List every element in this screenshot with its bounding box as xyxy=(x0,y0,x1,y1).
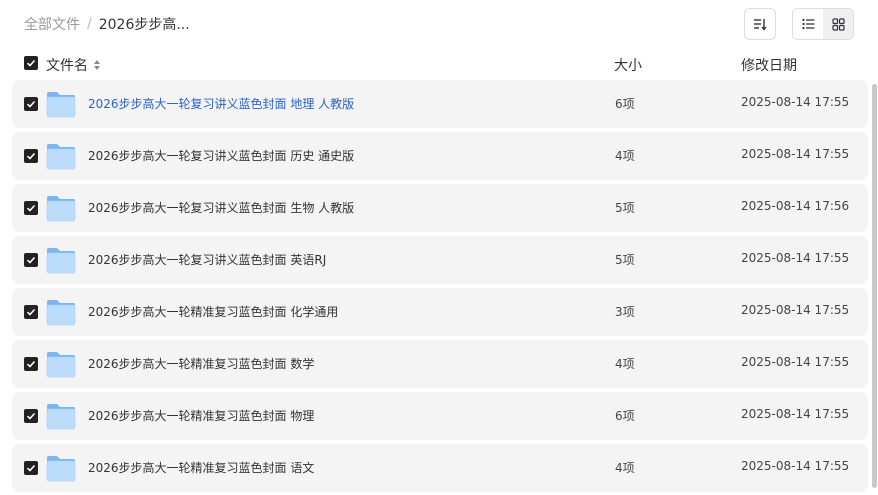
folder-icon xyxy=(46,141,76,175)
column-header-name[interactable]: 文件名 xyxy=(46,55,101,75)
file-name-link[interactable]: 2026步步高大一轮精准复习蓝色封面 物理 xyxy=(88,407,314,424)
file-name-link[interactable]: 2026步步高大一轮精准复习蓝色封面 化学通用 xyxy=(88,303,338,320)
modified-date: 2025-08-14 17:56 xyxy=(741,199,850,213)
checkmark-icon xyxy=(26,59,36,67)
sort-button[interactable] xyxy=(744,8,776,40)
row-checkbox[interactable] xyxy=(24,357,38,371)
breadcrumb-current: 2026步步高... xyxy=(98,17,190,33)
file-list: 2026步步高大一轮复习讲义蓝色封面 地理 人教版 6项 2025-08-14 17… xyxy=(12,80,868,495)
table-row[interactable]: 2026步步高大一轮复习讲义蓝色封面 地理 人教版 6项 2025-08-14 17… xyxy=(12,80,868,128)
modified-date: 2025-08-14 17:55 xyxy=(741,355,850,369)
breadcrumb-root-link[interactable]: 全部文件 xyxy=(24,14,80,34)
file-name-link[interactable]: 2026步步高大一轮复习讲义蓝色封面 历史 通史版 xyxy=(88,147,354,164)
table-row[interactable]: 2026步步高大一轮精准复习蓝色封面 数学 4项 2025-08-14 17:55 xyxy=(12,340,868,388)
table-row[interactable]: 2026步步高大一轮精准复习蓝色封面 化学通用 3项 2025-08-14 17:5… xyxy=(12,288,868,336)
row-checkbox[interactable] xyxy=(24,305,38,319)
sort-caret-icon xyxy=(94,60,100,70)
column-header-size[interactable]: 大小 xyxy=(614,55,642,75)
list-view-icon xyxy=(801,18,814,30)
row-checkbox[interactable] xyxy=(24,253,38,267)
file-name-link[interactable]: 2026步步高大一轮复习讲义蓝色封面 地理 人教版 xyxy=(88,95,354,112)
modified-date: 2025-08-14 17:55 xyxy=(741,147,850,161)
table-row[interactable]: 2026步步高大一轮复习讲义蓝色封面 历史 通史版 4项 2025-08-14 17… xyxy=(12,132,868,180)
file-size: 5项 xyxy=(615,201,635,215)
file-name-link[interactable]: 2026步步高大一轮精准复习蓝色封面 数学 xyxy=(88,355,314,372)
table-row[interactable]: 2026步步高大一轮复习讲义蓝色封面 生物 人教版 5项 2025-08-14 17… xyxy=(12,184,868,232)
file-name-link[interactable]: 2026步步高大一轮复习讲义蓝色封面 英语RJ xyxy=(88,251,326,268)
folder-icon xyxy=(46,89,76,123)
file-size: 5项 xyxy=(615,253,635,267)
checkmark-icon xyxy=(26,256,36,264)
modified-date: 2025-08-14 17:55 xyxy=(741,303,850,317)
top-bar: 全部文件 / 2026步步高... xyxy=(0,0,878,48)
column-header-modified[interactable]: 修改日期 xyxy=(741,55,797,75)
file-size: 6项 xyxy=(615,97,635,111)
checkmark-icon xyxy=(26,100,36,108)
row-checkbox[interactable] xyxy=(24,409,38,423)
folder-icon xyxy=(46,349,76,383)
grid-view-icon xyxy=(831,17,845,31)
checkmark-icon xyxy=(26,464,36,472)
folder-icon xyxy=(46,245,76,279)
scrollbar[interactable] xyxy=(872,84,877,488)
file-size: 6项 xyxy=(615,409,635,423)
checkmark-icon xyxy=(26,412,36,420)
row-checkbox[interactable] xyxy=(24,461,38,475)
sort-order-icon xyxy=(754,19,767,31)
modified-date: 2025-08-14 17:55 xyxy=(741,407,850,421)
checkmark-icon xyxy=(26,360,36,368)
view-toggle xyxy=(792,8,854,40)
row-checkbox[interactable] xyxy=(24,97,38,111)
file-name-link[interactable]: 2026步步高大一轮精准复习蓝色封面 语文 xyxy=(88,459,314,476)
row-checkbox[interactable] xyxy=(24,149,38,163)
row-checkbox[interactable] xyxy=(24,201,38,215)
folder-icon xyxy=(46,297,76,331)
checkmark-icon xyxy=(26,152,36,160)
file-size: 4项 xyxy=(615,149,635,163)
table-row[interactable]: 2026步步高大一轮复习讲义蓝色封面 英语RJ 5项 2025-08-14 17:5… xyxy=(12,236,868,284)
modified-date: 2025-08-14 17:55 xyxy=(741,459,850,473)
breadcrumb: 全部文件 / 2026步步高... xyxy=(24,14,190,34)
list-view-button[interactable] xyxy=(793,9,823,39)
select-all-checkbox[interactable] xyxy=(24,56,38,70)
folder-icon xyxy=(46,453,76,487)
table-row[interactable]: 2026步步高大一轮精准复习蓝色封面 语文 4项 2025-08-14 17:55 xyxy=(12,444,868,492)
file-size: 3项 xyxy=(615,305,635,319)
folder-icon xyxy=(46,401,76,435)
file-name-link[interactable]: 2026步步高大一轮复习讲义蓝色封面 生物 人教版 xyxy=(88,199,354,216)
column-header-name-label: 文件名 xyxy=(46,58,88,74)
grid-view-button[interactable] xyxy=(823,9,853,39)
checkmark-icon xyxy=(26,204,36,212)
folder-icon xyxy=(46,193,76,227)
file-size: 4项 xyxy=(615,461,635,475)
table-header: 文件名 大小 修改日期 xyxy=(0,50,878,78)
checkmark-icon xyxy=(26,308,36,316)
modified-date: 2025-08-14 17:55 xyxy=(741,251,850,265)
modified-date: 2025-08-14 17:55 xyxy=(741,95,850,109)
table-row[interactable]: 2026步步高大一轮精准复习蓝色封面 物理 6项 2025-08-14 17:55 xyxy=(12,392,868,440)
file-size: 4项 xyxy=(615,357,635,371)
breadcrumb-separator: / xyxy=(87,16,92,32)
